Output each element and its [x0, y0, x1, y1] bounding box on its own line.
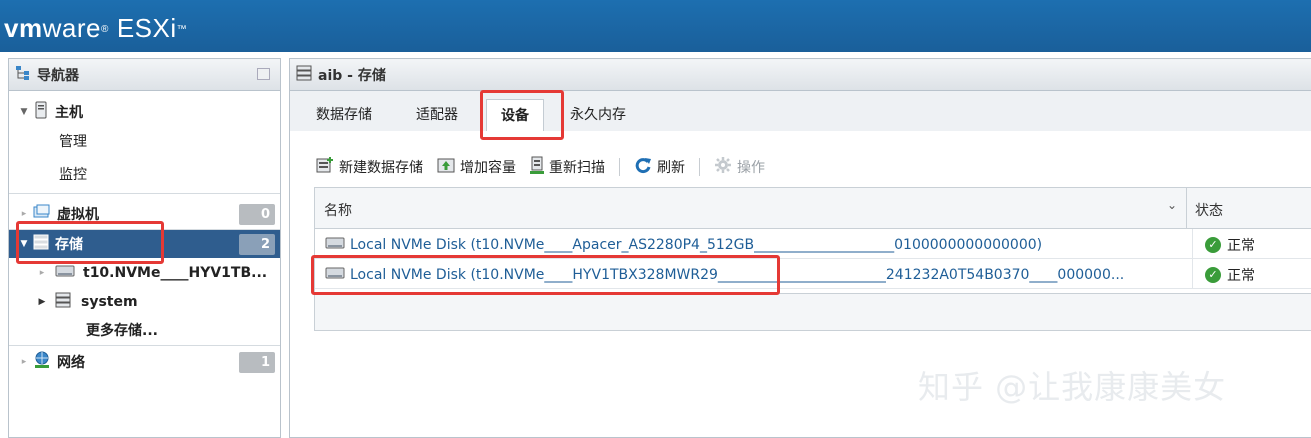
device-status: ✓ 正常 — [1205, 235, 1255, 255]
disk-icon — [55, 263, 75, 283]
watermark-text: 知乎 @让我康康美女 — [918, 368, 1227, 406]
tree-item-network[interactable]: ▸ 网络 1 — [9, 348, 280, 376]
toolbar-divider — [699, 158, 700, 176]
tree-item-vms-label: 虚拟机 — [57, 207, 99, 223]
toolbar: 新建数据存储 增加容量 重新扫描 刷新 操作 — [316, 155, 779, 179]
tree-item-storage[interactable]: ▼ 存储 2 — [9, 230, 280, 258]
datastore-icon — [55, 292, 71, 312]
navigator-tree-icon — [15, 65, 31, 85]
refresh-button[interactable]: 刷新 — [634, 156, 685, 178]
vms-count-badge: 0 — [239, 204, 275, 225]
app-header: vmware® ESXi™ — [0, 0, 1311, 52]
expand-down-icon[interactable]: ▼ — [19, 107, 29, 117]
expand-down-icon[interactable]: ▼ — [19, 239, 29, 249]
host-icon — [35, 101, 47, 123]
table-footer — [315, 293, 1311, 330]
main-title-bar: aib - 存储 — [290, 59, 1311, 91]
device-status-text: 正常 — [1227, 238, 1255, 254]
increase-capacity-label: 增加容量 — [460, 160, 516, 176]
tree-item-device-nvme-label: t10.NVMe____HYV1TB... — [83, 265, 268, 281]
vm-icon — [33, 204, 51, 224]
rescan-icon — [530, 156, 544, 178]
refresh-icon — [634, 156, 652, 178]
disk-icon — [325, 265, 345, 285]
storage-count-badge: 2 — [239, 234, 275, 255]
tree-item-storage-label: 存储 — [55, 237, 83, 253]
vmware-esxi-logo: vmware® ESXi™ — [4, 13, 188, 43]
tree-item-more-storage-label: 更多存储... — [86, 323, 158, 339]
actions-label: 操作 — [737, 160, 765, 176]
new-datastore-button[interactable]: 新建数据存储 — [316, 157, 423, 177]
gear-icon — [714, 156, 732, 178]
toolbar-divider — [619, 158, 620, 176]
tree-item-host-label: 主机 — [55, 105, 83, 121]
tree-divider — [9, 345, 280, 346]
network-icon — [33, 351, 51, 373]
refresh-label: 刷新 — [657, 160, 685, 176]
tree-item-device-nvme[interactable]: ▸ t10.NVMe____HYV1TB... — [9, 259, 280, 287]
column-divider[interactable] — [1186, 188, 1187, 229]
increase-capacity-icon — [437, 157, 455, 177]
increase-capacity-button[interactable]: 增加容量 — [437, 157, 516, 177]
tree-item-more-storage[interactable]: 更多存储... — [9, 316, 280, 344]
expand-right-icon[interactable]: ▸ — [19, 209, 29, 219]
tree-item-network-label: 网络 — [57, 355, 85, 371]
expand-right-icon[interactable]: ▸ — [37, 268, 47, 278]
collapse-panel-icon[interactable] — [257, 68, 270, 80]
actions-button[interactable]: 操作 — [714, 156, 765, 178]
chevron-down-icon[interactable]: ⌄ — [1167, 198, 1177, 212]
device-name-link[interactable]: Local NVMe Disk (t10.NVMe____Apacer_AS22… — [325, 235, 1042, 255]
storage-icon — [33, 234, 49, 254]
navigator-title-bar: 导航器 — [9, 59, 280, 91]
new-datastore-icon — [316, 157, 334, 177]
new-datastore-label: 新建数据存储 — [339, 160, 423, 176]
tree-item-manage[interactable]: 管理 — [9, 127, 280, 155]
navigator-title: 导航器 — [37, 67, 79, 84]
table-row[interactable]: Local NVMe Disk (t10.NVMe____HYV1TBX328M… — [315, 259, 1311, 289]
check-circle-icon: ✓ — [1205, 267, 1221, 283]
column-divider — [1192, 229, 1193, 259]
tree-item-vms[interactable]: ▸ 虚拟机 0 — [9, 200, 280, 228]
tree-item-host[interactable]: ▼ 主机 — [9, 98, 280, 126]
tree-item-monitor-label: 监控 — [59, 167, 87, 183]
tab-datastores[interactable]: 数据存储 — [302, 99, 386, 131]
expand-right-icon[interactable]: ▸ — [19, 357, 29, 367]
disk-icon — [325, 235, 345, 255]
tab-bar: 数据存储 适配器 设备 永久内存 — [290, 91, 1311, 131]
device-name-text: Local NVMe Disk (t10.NVMe____Apacer_AS22… — [350, 237, 1043, 253]
tree-item-monitor[interactable]: 监控 — [9, 160, 280, 188]
rescan-label: 重新扫描 — [549, 160, 605, 176]
check-circle-icon: ✓ — [1205, 237, 1221, 253]
expand-right-icon[interactable]: ▶ — [37, 297, 47, 307]
table-header: 名称 ⌄ 状态 — [315, 188, 1311, 229]
page-title: aib - 存储 — [318, 67, 386, 84]
device-name-link[interactable]: Local NVMe Disk (t10.NVMe____HYV1TBX328M… — [325, 265, 1124, 285]
table-row[interactable]: Local NVMe Disk (t10.NVMe____Apacer_AS22… — [315, 229, 1311, 259]
tree-item-system[interactable]: ▶ system — [9, 288, 280, 316]
column-header-name[interactable]: 名称 — [324, 200, 352, 220]
navigator-panel: 导航器 ▼ 主机 管理 监控 ▸ 虚拟机 0 ▼ 存储 2 ▸ t10.NVMe… — [8, 58, 281, 438]
tab-adapters[interactable]: 适配器 — [402, 99, 472, 131]
device-status: ✓ 正常 — [1205, 265, 1255, 285]
column-header-status[interactable]: 状态 — [1195, 200, 1223, 220]
devices-table: 名称 ⌄ 状态 Local NVMe Disk (t10.NVMe____Apa… — [314, 187, 1311, 331]
tab-devices[interactable]: 设备 — [486, 99, 544, 131]
tree-item-system-label: system — [81, 294, 138, 310]
tree-item-manage-label: 管理 — [59, 134, 87, 150]
rescan-button[interactable]: 重新扫描 — [530, 156, 605, 178]
device-name-text: Local NVMe Disk (t10.NVMe____HYV1TBX328M… — [350, 267, 1125, 283]
storage-icon — [296, 65, 312, 85]
tab-persistent-memory[interactable]: 永久内存 — [556, 99, 640, 131]
network-count-badge: 1 — [239, 352, 275, 373]
device-status-text: 正常 — [1227, 268, 1255, 284]
tree-divider — [9, 193, 280, 194]
column-divider — [1192, 259, 1193, 289]
